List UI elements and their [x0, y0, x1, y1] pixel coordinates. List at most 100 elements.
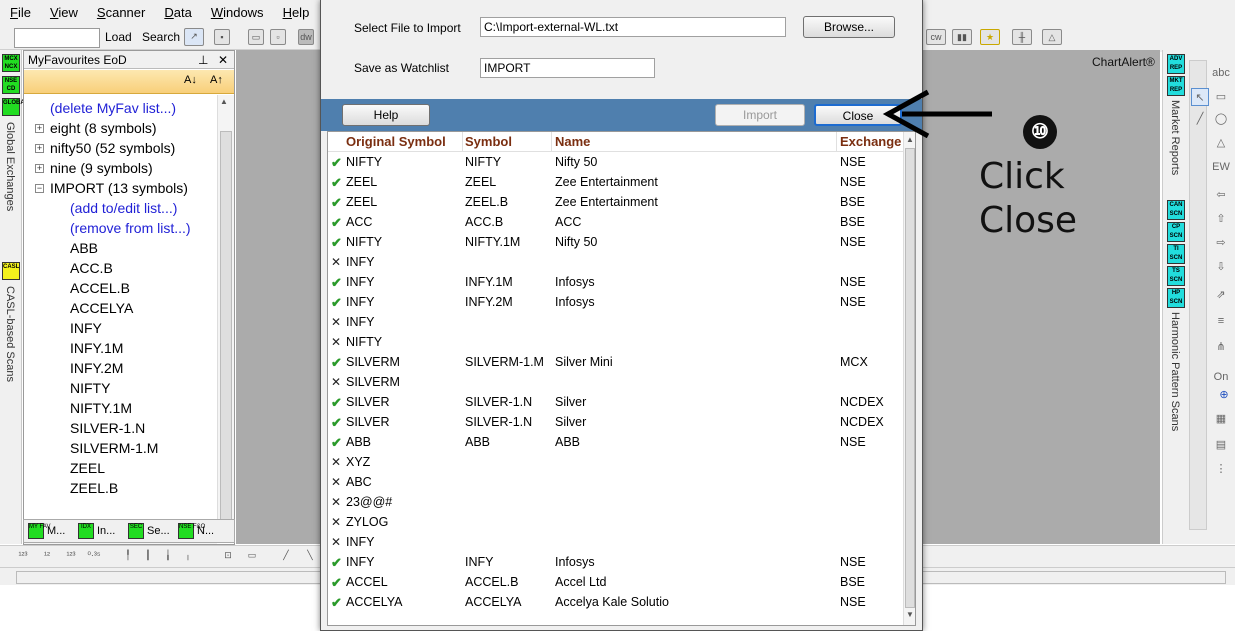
tree-item[interactable]: ABB — [70, 238, 98, 258]
lines-icon[interactable]: ⋮ — [1212, 460, 1230, 478]
table-row[interactable]: ✔ SILVER SILVER-1.N Silver NCDEX — [328, 412, 903, 432]
save-icon[interactable]: ▪ — [214, 29, 230, 45]
draw-line-icon[interactable]: ╱ — [278, 548, 294, 564]
oscillator-icon[interactable]: ▮▮ — [952, 29, 972, 45]
table-row[interactable]: ✕ ABC — [328, 472, 903, 492]
file-path-input[interactable]: C:\Import-external-WL.txt — [480, 17, 786, 37]
col-original-symbol[interactable]: Original Symbol — [346, 134, 446, 149]
watchlist-name-input[interactable]: IMPORT — [480, 58, 655, 78]
table-row[interactable]: ✕ 23@@# — [328, 492, 903, 512]
table-row[interactable]: ✔ INFY INFY.1M Infosys NSE — [328, 272, 903, 292]
triangle-tool-icon[interactable]: △ — [1212, 134, 1230, 152]
harmonic-pattern-scans-label[interactable]: Harmonic Pattern Scans — [1169, 312, 1181, 431]
col-name[interactable]: Name — [555, 134, 590, 149]
pitchfork-icon[interactable]: ⋔ — [1212, 338, 1230, 356]
nse-cd-tag[interactable]: NSE CD — [2, 76, 20, 94]
import-button[interactable]: Import — [715, 104, 805, 126]
menu-data[interactable]: Data — [164, 5, 191, 20]
close-icon[interactable]: ✕ — [218, 51, 228, 69]
menu-windows[interactable]: Windows — [211, 5, 264, 20]
ohlc-icon[interactable]: ╽ — [160, 548, 176, 564]
tree-item[interactable]: IMPORT (13 symbols) — [50, 178, 188, 198]
fork-icon[interactable]: ╫ — [1012, 29, 1032, 45]
tree-item[interactable]: ACC.B — [70, 258, 113, 278]
hp-scn-tag[interactable]: HP SCN — [1167, 288, 1185, 308]
volume-icon[interactable]: ╷ — [180, 548, 196, 564]
line-icon[interactable]: ╱ — [1191, 110, 1209, 128]
table-row[interactable]: ✕ INFY — [328, 312, 903, 332]
chart-type-3-icon[interactable]: ¹²³ — [62, 548, 80, 564]
grid-icon[interactable]: ▦ — [1212, 410, 1230, 428]
global-tag[interactable]: GLOBAL — [2, 98, 28, 116]
tree-item[interactable]: eight (8 symbols) — [50, 118, 157, 138]
bars-icon[interactable]: ╿ — [120, 548, 136, 564]
tree-item[interactable]: NIFTY.1M — [70, 398, 132, 418]
tree-item[interactable]: (delete MyFav list...) — [50, 98, 176, 118]
collapse-icon[interactable]: − — [35, 184, 44, 193]
table-row[interactable]: ✔ ZEEL ZEEL Zee Entertainment NSE — [328, 172, 903, 192]
arrow-down-icon[interactable]: ⇩ — [1212, 258, 1230, 276]
tree-item[interactable]: ZEEL.B — [70, 478, 118, 498]
print-icon[interactable]: ▭ — [248, 29, 264, 45]
tree-item[interactable]: ACCEL.B — [70, 278, 130, 298]
sort-ascending-icon[interactable]: A↓ — [184, 74, 197, 86]
expand-icon[interactable]: + — [35, 164, 44, 173]
favourites-tab[interactable]: MY FAVM... — [28, 522, 65, 541]
adv-rep-tag[interactable]: ADV REP — [1167, 54, 1185, 74]
star-icon[interactable]: ★ — [980, 29, 1000, 45]
arrow-left-icon[interactable]: ⇦ — [1212, 186, 1230, 204]
casl-scans-label[interactable]: CASL-based Scans — [4, 286, 16, 382]
ts-scn-tag[interactable]: TS SCN — [1167, 266, 1185, 286]
favourites-vertical-scrollbar[interactable]: ▲ — [217, 95, 234, 529]
can-scn-tag[interactable]: CAN SCN — [1167, 200, 1185, 220]
expand-icon[interactable]: + — [35, 124, 44, 133]
table-row[interactable]: ✕ ZYLOG — [328, 512, 903, 532]
tree-item[interactable]: nifty50 (52 symbols) — [50, 138, 175, 158]
table-row[interactable]: ✕ XYZ — [328, 452, 903, 472]
menu-scanner[interactable]: Scanner — [97, 5, 145, 20]
on-toggle-icon[interactable]: On — [1212, 368, 1230, 386]
cursor-info-icon[interactable]: ⊕ — [1215, 386, 1233, 404]
table-row[interactable]: ✔ ACCEL ACCEL.B Accel Ltd BSE — [328, 572, 903, 592]
table-row[interactable]: ✔ SILVER SILVER-1.N Silver NCDEX — [328, 392, 903, 412]
tree-item[interactable]: ACCELYA — [70, 298, 133, 318]
arrow-right-icon[interactable]: ⇨ — [1212, 234, 1230, 252]
table-row[interactable]: ✔ ZEEL ZEEL.B Zee Entertainment BSE — [328, 192, 903, 212]
help-button[interactable]: Help — [342, 104, 430, 126]
pointer-tool-icon[interactable]: ↗ — [184, 28, 204, 46]
fib-icon[interactable]: ≡ — [1212, 312, 1230, 330]
text-tool-icon[interactable]: abc — [1212, 64, 1230, 82]
global-exchanges-label[interactable]: Global Exchanges — [4, 122, 16, 211]
load-button[interactable]: Load — [105, 30, 132, 44]
table-row[interactable]: ✔ ACCELYA ACCELYA Accelya Kale Solutio NSE — [328, 592, 903, 612]
browse-button[interactable]: Browse... — [803, 16, 895, 38]
favourites-tab[interactable]: NSE F&ON... — [178, 522, 214, 541]
menu-view[interactable]: View — [50, 5, 78, 20]
tree-item[interactable]: nine (9 symbols) — [50, 158, 153, 178]
expand-icon[interactable]: + — [35, 144, 44, 153]
tree-item[interactable]: INFY.1M — [70, 338, 123, 358]
mcx-ncx-tag[interactable]: MCX NCX — [2, 54, 20, 72]
table-vertical-scrollbar[interactable]: ▲ ▼ — [903, 132, 915, 625]
table-row[interactable]: ✕ NIFTY — [328, 332, 903, 352]
sort-descending-icon[interactable]: A↑ — [210, 74, 223, 86]
mkt-rep-tag[interactable]: MKT REP — [1167, 76, 1185, 96]
table-row[interactable]: ✔ NIFTY NIFTY.1M Nifty 50 NSE — [328, 232, 903, 252]
rectangle-icon[interactable]: ▭ — [1212, 88, 1230, 106]
favourites-tab[interactable]: SEC Se... — [128, 522, 170, 541]
tree-item[interactable]: INFY — [70, 318, 102, 338]
table-row[interactable]: ✔ ACC ACC.B ACC BSE — [328, 212, 903, 232]
search-button[interactable]: Search — [142, 30, 180, 44]
tree-item[interactable]: (add to/edit list...) — [70, 198, 177, 218]
arrow-up-icon[interactable]: ⇧ — [1212, 210, 1230, 228]
table-row[interactable]: ✔ INFY INFY Infosys NSE — [328, 552, 903, 572]
chart-workspace-left[interactable] — [236, 50, 321, 544]
symbol-input[interactable] — [14, 28, 100, 48]
triangle-icon[interactable]: △ — [1042, 29, 1062, 45]
preview-icon[interactable]: ▫ — [270, 29, 286, 45]
table-row[interactable]: ✕ SILVERM — [328, 372, 903, 392]
menu-file[interactable]: File — [10, 5, 31, 20]
table-row[interactable]: ✔ INFY INFY.2M Infosys NSE — [328, 292, 903, 312]
market-reports-label[interactable]: Market Reports — [1169, 100, 1181, 175]
cp-scn-tag[interactable]: CP SCN — [1167, 222, 1185, 242]
